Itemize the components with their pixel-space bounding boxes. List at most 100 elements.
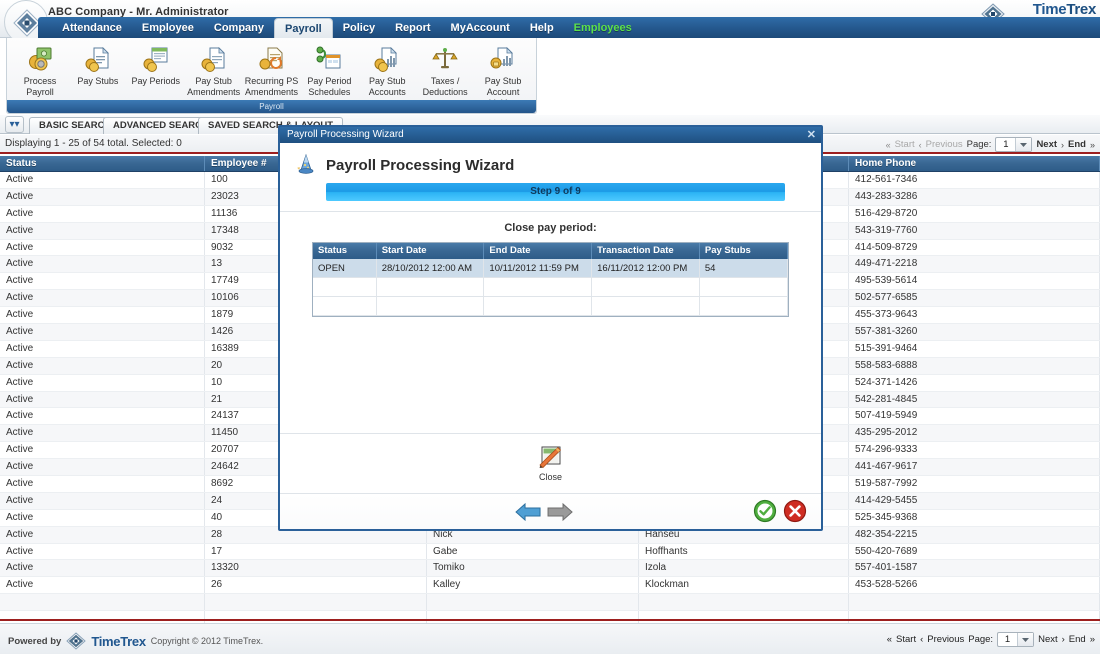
toolbar-pay-periods[interactable]: Pay Periods [127,44,185,87]
wizard-cell: 28/10/2012 12:00 AM [377,259,485,277]
footer-chevron-down-icon[interactable] [1017,633,1033,646]
menu-item-myaccount[interactable]: MyAccount [441,17,520,38]
wizard-cell [484,278,592,296]
cell-status: Active [0,375,205,391]
top-pagination: « Start ‹ Previous Page: 1 Next › End » [886,137,1095,152]
toolbar-pay-stub-accounts[interactable]: Pay Stub Accounts [358,44,416,98]
grid-column-header-status[interactable]: Status [0,156,205,171]
cell-status: Active [0,459,205,475]
table-row[interactable]: Active26KalleyKlockman453-528-5266 [0,577,1100,594]
wizard-table-row[interactable]: OPEN28/10/2012 12:00 AM10/11/2012 11:59 … [313,259,788,278]
cell-phone: 482-354-2215 [849,527,1100,543]
menu-item-attendance[interactable]: Attendance [52,17,132,38]
footer-pager-start-label[interactable]: Start [896,634,916,645]
footer-pager-prev-icon[interactable]: ‹ [920,634,923,645]
menu-item-employee[interactable]: Employee [132,17,204,38]
menu-item-company[interactable]: Company [204,17,274,38]
cell-status: Active [0,240,205,256]
toolbar-process-payroll[interactable]: Process Payroll [11,44,69,98]
toolbar-label: Pay Stubs [69,76,127,87]
main-menu-bar: AttendanceEmployeeCompanyPayrollPolicyRe… [38,17,1100,38]
toolbar-pay-period-schedules[interactable]: Pay Period Schedules [300,44,358,98]
footer-pager-last-icon[interactable]: » [1090,634,1095,645]
chevron-down-icon[interactable] [1015,138,1031,151]
cell-status: Active [0,493,205,509]
cell-phone: 525-345-9368 [849,510,1100,526]
toolbar-label: Pay Stub Amendments [185,76,243,98]
close-pay-period-button[interactable]: Close [539,446,563,482]
pager-prev-icon[interactable]: ‹ [919,140,922,150]
toolbar-pay-stub-amendments[interactable]: Pay Stub Amendments [185,44,243,98]
grid-bottom-divider [0,619,1100,621]
footer-pager-first-icon[interactable]: « [887,634,892,645]
menu-item-payroll[interactable]: Payroll [274,18,333,38]
cell-empty [0,594,205,610]
toolbar-taxes-deductions[interactable]: Taxes / Deductions [416,44,474,98]
cell-status: Active [0,560,205,576]
cell-employee: 26 [205,577,427,593]
cell-phone: 414-509-8729 [849,240,1100,256]
wizard-cell [377,297,485,315]
cell-last: Klockman [639,577,849,593]
wizard-cell: OPEN [313,259,377,277]
wizard-cell [700,297,788,315]
pager-end-label[interactable]: End [1068,139,1086,150]
pager-page-label: Page: [967,139,992,150]
cell-last: Izola [639,560,849,576]
wizard-column-transaction-date[interactable]: Transaction Date [592,243,700,259]
green-check-icon[interactable] [753,499,777,523]
footer-pager-next-icon[interactable]: › [1062,634,1065,645]
payroll-icon-toolbar: Process PayrollPay StubsPay PeriodsPay S… [6,38,537,114]
wizard-cell: 54 [700,259,788,277]
cell-phone: 557-401-1587 [849,560,1100,576]
footer-pager-end-label[interactable]: End [1069,634,1086,645]
wizard-cell [313,278,377,296]
modal-action-area: Close [280,433,821,493]
cell-status: Active [0,358,205,374]
cell-phone: 542-281-4845 [849,392,1100,408]
close-x-icon[interactable]: ✕ [807,127,816,143]
footer-pager-next-label[interactable]: Next [1038,634,1058,645]
cell-phone: 453-528-5266 [849,577,1100,593]
cell-status: Active [0,425,205,441]
pager-previous-label[interactable]: Previous [926,139,963,150]
menu-item-help[interactable]: Help [520,17,564,38]
menu-item-policy[interactable]: Policy [333,17,385,38]
menu-item-report[interactable]: Report [385,17,440,38]
wizard-cell: 16/11/2012 12:00 PM [592,259,700,277]
footer-pager-previous-label[interactable]: Previous [927,634,964,645]
cell-phone: 435-295-2012 [849,425,1100,441]
wizard-column-end-date[interactable]: End Date [484,243,592,259]
payroll-processing-wizard-modal: Payroll Processing Wizard ✕ Payroll Proc… [278,125,823,531]
pager-next-label[interactable]: Next [1036,139,1057,150]
wizard-cell [377,278,485,296]
arrow-right-icon[interactable] [547,501,573,523]
pay-period-table-body: OPEN28/10/2012 12:00 AM10/11/2012 11:59 … [313,259,788,316]
wizard-column-start-date[interactable]: Start Date [377,243,485,259]
red-x-icon[interactable] [783,499,807,523]
grid-column-header-home-phone[interactable]: Home Phone [849,156,1100,171]
pager-last-icon[interactable]: » [1090,140,1095,150]
arrow-left-icon[interactable] [515,501,541,523]
toolbar-recurring-ps-amendments[interactable]: Recurring PS Amendments [243,44,301,98]
menu-item-employees[interactable]: Employees [564,17,642,38]
cell-phone: 516-429-8720 [849,206,1100,222]
close-button-label: Close [539,472,563,482]
table-row[interactable]: Active17GabeHoffhants550-420-7689 [0,544,1100,561]
wizard-table-row[interactable] [313,297,788,316]
page-number-select[interactable]: 1 [995,137,1032,152]
table-row[interactable]: Active13320TomikoIzola557-401-1587 [0,560,1100,577]
wizard-table-row[interactable] [313,278,788,297]
wizard-column-status[interactable]: Status [313,243,377,259]
search-panel-toggle[interactable]: ▾▾ [5,116,24,133]
wizard-column-pay-stubs[interactable]: Pay Stubs [700,243,788,259]
pay-stub-account-linking-icon [474,44,532,74]
toolbar-pay-stubs[interactable]: Pay Stubs [69,44,127,87]
pager-start-label[interactable]: Start [895,139,915,150]
wizard-heading: Payroll Processing Wizard [326,157,514,174]
cell-status: Active [0,544,205,560]
pager-first-icon[interactable]: « [886,140,891,150]
footer-page-number-select[interactable]: 1 [997,632,1034,647]
close-pay-period-title: Close pay period: [280,222,821,234]
pager-next-icon[interactable]: › [1061,140,1064,150]
